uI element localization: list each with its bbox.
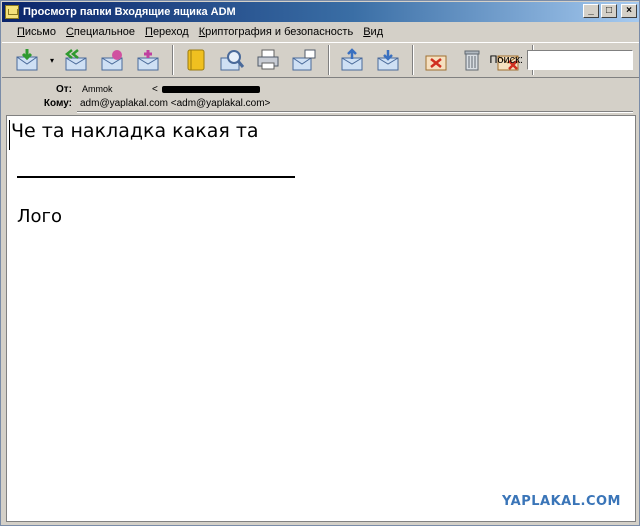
message-header: От: Ammok < Кому: adm@yaplakal.com <adm@…	[2, 79, 639, 113]
menu-bar: Письмо Специальное Переход Криптография …	[2, 23, 639, 41]
address-book-button[interactable]	[180, 45, 212, 75]
forward-icon	[101, 50, 123, 71]
menu-special[interactable]: Специальное	[61, 26, 140, 38]
menu-go[interactable]: Переход	[140, 26, 194, 38]
new-message-icon	[137, 50, 159, 71]
to-label: Кому:	[43, 97, 72, 109]
previous-message-button[interactable]	[336, 45, 368, 75]
from-row: От: Ammok <	[2, 82, 260, 96]
filter-button[interactable]	[288, 45, 320, 75]
mail-window: Просмотр папки Входящие ящика ADM _ □ × …	[0, 0, 640, 526]
from-bracket: <	[152, 83, 158, 95]
spam-icon	[425, 55, 447, 71]
minimize-button[interactable]: _	[583, 4, 599, 18]
toolbar-separator	[412, 45, 414, 75]
toolbar: ▾ Поиск:	[2, 42, 639, 78]
message-text: Че та накладка какая та	[11, 120, 259, 142]
to-value[interactable]: adm@yaplakal.com <adm@yaplakal.com>	[80, 98, 270, 109]
mark-spam-button[interactable]	[420, 45, 452, 75]
printer-icon	[257, 49, 279, 70]
mail-filter-icon	[292, 49, 316, 71]
from-name[interactable]: Ammok	[82, 84, 152, 94]
header-divider	[77, 111, 633, 113]
envelope-up-icon	[341, 48, 363, 71]
trash-button[interactable]	[456, 45, 488, 75]
toolbar-separator	[172, 45, 174, 75]
window-controls: _ □ ×	[583, 4, 637, 18]
menu-view[interactable]: Вид	[358, 26, 388, 38]
print-button[interactable]	[252, 45, 284, 75]
signature-rule	[17, 176, 295, 178]
envelope-down-icon	[377, 50, 399, 71]
envelope-icon	[5, 5, 19, 19]
redacted-email	[161, 85, 260, 93]
maximize-button[interactable]: □	[601, 4, 617, 18]
menu-crypto[interactable]: Криптография и безопасность	[194, 26, 358, 38]
search-mail-button[interactable]	[216, 45, 248, 75]
window-title: Просмотр папки Входящие ящика ADM	[23, 6, 236, 18]
title-bar[interactable]: Просмотр папки Входящие ящика ADM _ □ ×	[2, 2, 639, 22]
message-body[interactable]: Че та накладка какая та Лого YAPLAKAL.CO…	[6, 115, 636, 522]
search-input[interactable]	[527, 50, 633, 70]
menu-letter[interactable]: Письмо	[12, 26, 61, 38]
reply-all-icon	[64, 49, 87, 71]
logo-text: Лого	[17, 206, 63, 227]
get-mail-button[interactable]	[12, 45, 44, 75]
get-mail-icon	[16, 49, 38, 71]
reply-all-button[interactable]	[60, 45, 92, 75]
text-cursor	[9, 120, 10, 150]
from-label: От:	[55, 83, 72, 95]
forward-button[interactable]	[96, 45, 128, 75]
magnifier-icon	[220, 50, 245, 71]
close-button[interactable]: ×	[621, 4, 637, 18]
get-mail-dropdown[interactable]: ▾	[48, 45, 56, 75]
watermark: YAPLAKAL.COM	[502, 494, 621, 509]
new-message-button[interactable]	[132, 45, 164, 75]
address-book-icon	[187, 49, 205, 71]
search-box: Поиск:	[489, 50, 633, 70]
trash-icon	[464, 50, 480, 71]
to-row: Кому: adm@yaplakal.com <adm@yaplakal.com…	[2, 96, 271, 110]
search-label: Поиск:	[489, 54, 523, 66]
next-message-button[interactable]	[372, 45, 404, 75]
toolbar-separator	[328, 45, 330, 75]
